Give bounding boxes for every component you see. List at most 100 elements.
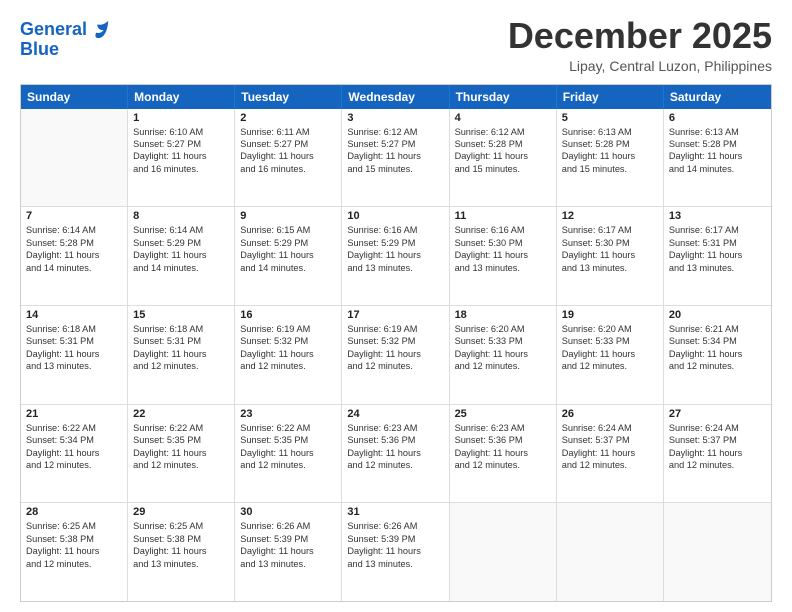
cell-info-line: Sunrise: 6:22 AM [133, 422, 229, 434]
cell-info-line: and 13 minutes. [562, 262, 658, 274]
cell-info-line: Sunrise: 6:18 AM [133, 323, 229, 335]
calendar-cell [557, 503, 664, 601]
cell-info-line: Sunset: 5:33 PM [562, 335, 658, 347]
day-number: 15 [133, 309, 229, 321]
cell-info-line: Sunrise: 6:19 AM [240, 323, 336, 335]
cell-info-line: Daylight: 11 hours [669, 348, 766, 360]
header-day-sunday: Sunday [21, 85, 128, 109]
cell-info-line: Sunset: 5:32 PM [240, 335, 336, 347]
cell-info-line: Sunrise: 6:23 AM [347, 422, 443, 434]
calendar-cell: 21Sunrise: 6:22 AMSunset: 5:34 PMDayligh… [21, 405, 128, 503]
logo-text: General [20, 20, 87, 40]
cell-info-line: and 15 minutes. [455, 163, 551, 175]
day-number: 4 [455, 112, 551, 124]
day-number: 2 [240, 112, 336, 124]
cell-info-line: Daylight: 11 hours [347, 545, 443, 557]
cell-info-line: Sunset: 5:28 PM [455, 138, 551, 150]
day-number: 26 [562, 408, 658, 420]
cell-info-line: and 12 minutes. [669, 360, 766, 372]
calendar-cell: 3Sunrise: 6:12 AMSunset: 5:27 PMDaylight… [342, 109, 449, 207]
cell-info-line: Sunset: 5:27 PM [347, 138, 443, 150]
calendar-cell: 18Sunrise: 6:20 AMSunset: 5:33 PMDayligh… [450, 306, 557, 404]
cell-info-line: and 12 minutes. [562, 459, 658, 471]
cell-info-line: and 13 minutes. [240, 558, 336, 570]
cell-info-line: Sunset: 5:27 PM [133, 138, 229, 150]
calendar: SundayMondayTuesdayWednesdayThursdayFrid… [20, 84, 772, 602]
cell-info-line: Sunrise: 6:13 AM [562, 126, 658, 138]
day-number: 20 [669, 309, 766, 321]
day-number: 8 [133, 210, 229, 222]
cell-info-line: and 12 minutes. [133, 459, 229, 471]
cell-info-line: Daylight: 11 hours [347, 249, 443, 261]
cell-info-line: and 12 minutes. [455, 459, 551, 471]
calendar-cell: 13Sunrise: 6:17 AMSunset: 5:31 PMDayligh… [664, 207, 771, 305]
cell-info-line: Sunset: 5:30 PM [562, 237, 658, 249]
cell-info-line: and 14 minutes. [26, 262, 122, 274]
calendar-cell: 10Sunrise: 6:16 AMSunset: 5:29 PMDayligh… [342, 207, 449, 305]
calendar-header: SundayMondayTuesdayWednesdayThursdayFrid… [21, 85, 771, 109]
day-number: 3 [347, 112, 443, 124]
cell-info-line: Daylight: 11 hours [26, 447, 122, 459]
cell-info-line: Daylight: 11 hours [240, 545, 336, 557]
day-number: 5 [562, 112, 658, 124]
cell-info-line: and 13 minutes. [669, 262, 766, 274]
calendar-cell: 16Sunrise: 6:19 AMSunset: 5:32 PMDayligh… [235, 306, 342, 404]
logo: General Blue [20, 20, 111, 60]
day-number: 9 [240, 210, 336, 222]
header-day-friday: Friday [557, 85, 664, 109]
day-number: 13 [669, 210, 766, 222]
cell-info-line: and 12 minutes. [562, 360, 658, 372]
cell-info-line: Daylight: 11 hours [26, 348, 122, 360]
cell-info-line: Daylight: 11 hours [669, 447, 766, 459]
calendar-row-2: 7Sunrise: 6:14 AMSunset: 5:28 PMDaylight… [21, 207, 771, 306]
cell-info-line: Sunset: 5:36 PM [455, 434, 551, 446]
calendar-row-1: 1Sunrise: 6:10 AMSunset: 5:27 PMDaylight… [21, 109, 771, 208]
calendar-cell: 25Sunrise: 6:23 AMSunset: 5:36 PMDayligh… [450, 405, 557, 503]
cell-info-line: Sunrise: 6:10 AM [133, 126, 229, 138]
cell-info-line: Sunset: 5:28 PM [26, 237, 122, 249]
calendar-cell: 27Sunrise: 6:24 AMSunset: 5:37 PMDayligh… [664, 405, 771, 503]
cell-info-line: and 13 minutes. [26, 360, 122, 372]
cell-info-line: Daylight: 11 hours [562, 447, 658, 459]
calendar-cell: 1Sunrise: 6:10 AMSunset: 5:27 PMDaylight… [128, 109, 235, 207]
calendar-cell: 31Sunrise: 6:26 AMSunset: 5:39 PMDayligh… [342, 503, 449, 601]
cell-info-line: Sunset: 5:30 PM [455, 237, 551, 249]
calendar-cell [664, 503, 771, 601]
cell-info-line: and 12 minutes. [240, 459, 336, 471]
cell-info-line: and 12 minutes. [455, 360, 551, 372]
cell-info-line: Daylight: 11 hours [455, 348, 551, 360]
cell-info-line: and 12 minutes. [133, 360, 229, 372]
calendar-cell: 19Sunrise: 6:20 AMSunset: 5:33 PMDayligh… [557, 306, 664, 404]
cell-info-line: and 15 minutes. [347, 163, 443, 175]
cell-info-line: Daylight: 11 hours [240, 447, 336, 459]
cell-info-line: Sunset: 5:35 PM [133, 434, 229, 446]
day-number: 12 [562, 210, 658, 222]
calendar-cell: 17Sunrise: 6:19 AMSunset: 5:32 PMDayligh… [342, 306, 449, 404]
header-day-tuesday: Tuesday [235, 85, 342, 109]
cell-info-line: Sunrise: 6:22 AM [240, 422, 336, 434]
cell-info-line: Sunrise: 6:17 AM [669, 224, 766, 236]
cell-info-line: Sunrise: 6:26 AM [347, 520, 443, 532]
calendar-cell: 24Sunrise: 6:23 AMSunset: 5:36 PMDayligh… [342, 405, 449, 503]
cell-info-line: Daylight: 11 hours [240, 150, 336, 162]
cell-info-line: Daylight: 11 hours [133, 447, 229, 459]
cell-info-line: and 12 minutes. [347, 360, 443, 372]
calendar-cell: 20Sunrise: 6:21 AMSunset: 5:34 PMDayligh… [664, 306, 771, 404]
cell-info-line: Daylight: 11 hours [455, 150, 551, 162]
cell-info-line: and 14 minutes. [133, 262, 229, 274]
cell-info-line: Daylight: 11 hours [562, 150, 658, 162]
cell-info-line: and 12 minutes. [26, 459, 122, 471]
cell-info-line: and 15 minutes. [562, 163, 658, 175]
cell-info-line: and 13 minutes. [455, 262, 551, 274]
cell-info-line: Sunset: 5:34 PM [669, 335, 766, 347]
cell-info-line: and 13 minutes. [133, 558, 229, 570]
day-number: 31 [347, 506, 443, 518]
header-day-saturday: Saturday [664, 85, 771, 109]
cell-info-line: Sunset: 5:38 PM [26, 533, 122, 545]
calendar-row-3: 14Sunrise: 6:18 AMSunset: 5:31 PMDayligh… [21, 306, 771, 405]
cell-info-line: Sunrise: 6:16 AM [347, 224, 443, 236]
cell-info-line: Sunrise: 6:13 AM [669, 126, 766, 138]
cell-info-line: Daylight: 11 hours [133, 545, 229, 557]
title-area: December 2025 Lipay, Central Luzon, Phil… [508, 16, 772, 74]
cell-info-line: Daylight: 11 hours [669, 150, 766, 162]
